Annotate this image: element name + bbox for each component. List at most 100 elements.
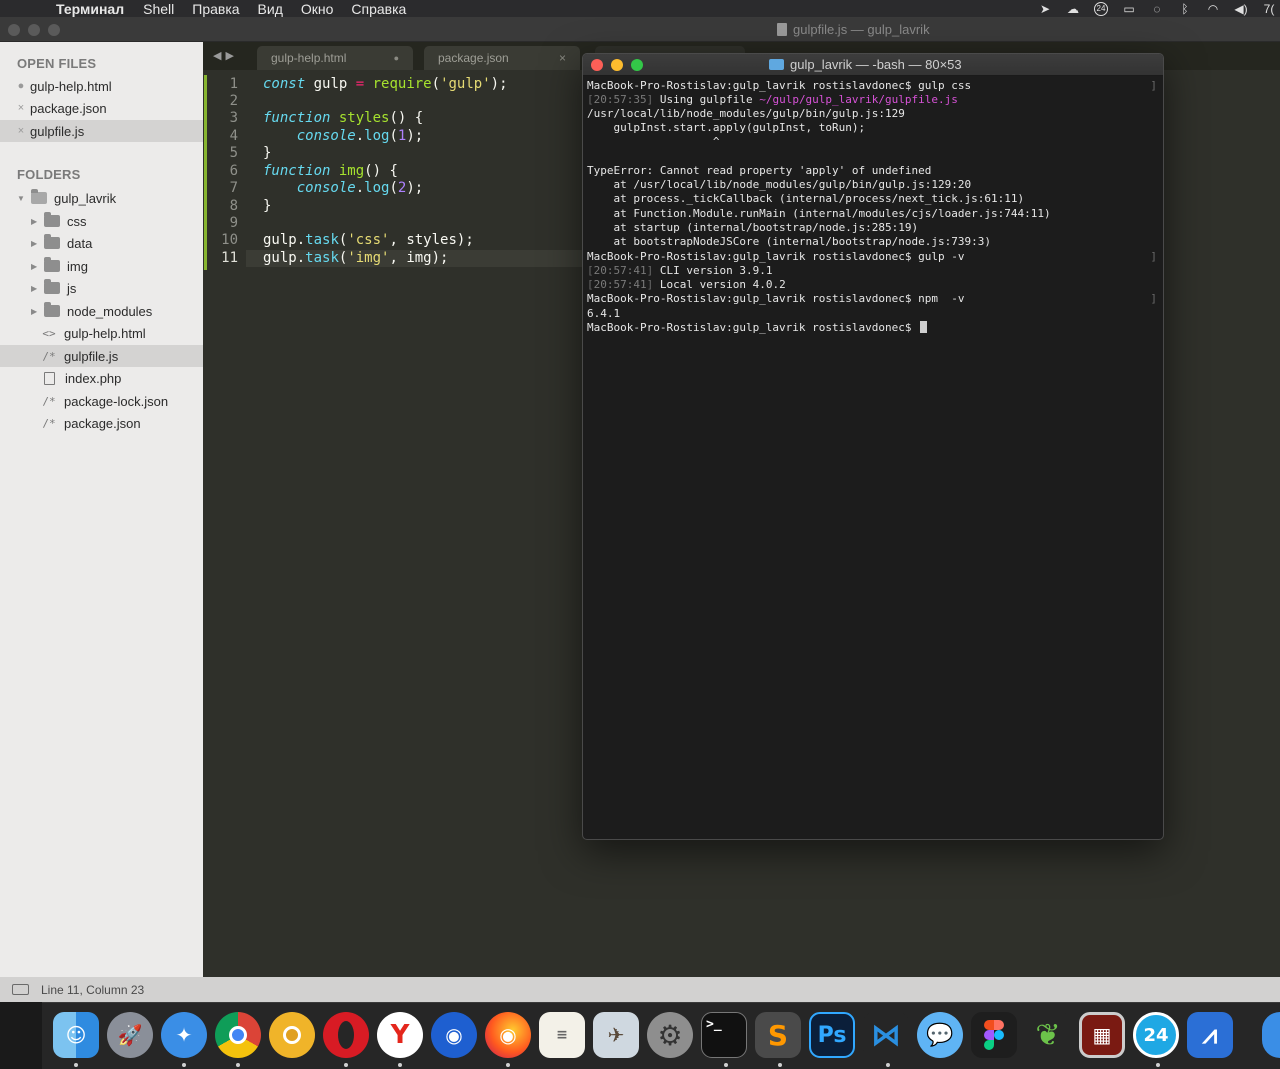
open-file-item[interactable]: × package.json xyxy=(0,97,203,119)
folder-root[interactable]: ▼ gulp_lavrik xyxy=(0,187,203,209)
menu-view[interactable]: Вид xyxy=(258,1,283,17)
folder-icon xyxy=(44,257,60,272)
folders-heading: FOLDERS xyxy=(17,167,81,182)
line-number: 7 xyxy=(229,180,238,196)
folder-icon xyxy=(44,302,60,317)
file-item[interactable]: index.php xyxy=(0,367,203,389)
chevron-right-icon[interactable]: ▶ xyxy=(31,262,41,271)
bluetooth-icon[interactable]: ᛒ xyxy=(1178,2,1192,16)
file-item[interactable]: /* package-lock.json xyxy=(0,390,203,412)
zoom-window-button[interactable] xyxy=(631,59,643,71)
wifi-icon[interactable]: ◠ xyxy=(1206,2,1220,16)
folder-item[interactable]: ▶ js xyxy=(0,277,203,299)
leaf-icon[interactable]: ❦ xyxy=(1025,1012,1071,1058)
js-file-icon: /* xyxy=(42,349,56,363)
terminal-line: [20:57:41] CLI version 3.9.1 xyxy=(587,264,773,277)
file-item-active[interactable]: /* gulpfile.js xyxy=(0,345,203,367)
tab-gulp-help[interactable]: gulp-help.html ● xyxy=(257,46,413,70)
tab-nav-arrows-icon[interactable]: ◀▶ xyxy=(213,49,238,62)
unsaved-dot-icon: ● xyxy=(17,80,25,92)
minimize-window-button[interactable] xyxy=(611,59,623,71)
vscode-icon[interactable]: ⋈ xyxy=(863,1012,909,1058)
firefox-developer-icon[interactable]: ◉ xyxy=(431,1012,477,1058)
folder-icon xyxy=(769,59,784,70)
terminal-window[interactable]: gulp_lavrik — -bash — 80×53 MacBook-Pro-… xyxy=(582,53,1164,840)
photo-booth-icon[interactable]: ▦ xyxy=(1079,1012,1125,1058)
folder-item[interactable]: ▶ data xyxy=(0,232,203,254)
system-preferences-icon[interactable]: ⚙ xyxy=(647,1012,693,1058)
code-editor[interactable]: const gulp = require('gulp'); function s… xyxy=(246,70,582,977)
tab-label: gulp-help.html xyxy=(271,51,347,65)
architect-icon[interactable]: ⩘ xyxy=(1187,1012,1233,1058)
chevron-right-icon[interactable]: ▶ xyxy=(31,239,41,248)
open-file-item[interactable]: ● gulp-help.html xyxy=(0,75,203,97)
opera-icon[interactable] xyxy=(323,1012,369,1058)
chevron-right-icon[interactable]: ▶ xyxy=(31,307,41,316)
chrome-canary-icon[interactable] xyxy=(269,1012,315,1058)
sync-icon[interactable]: ◌ xyxy=(1150,2,1164,16)
file-item[interactable]: <> gulp-help.html xyxy=(0,322,203,344)
open-file-item-active[interactable]: × gulpfile.js xyxy=(0,120,203,142)
folder-item[interactable]: ▶ node_modules xyxy=(0,300,203,322)
chevron-down-icon[interactable]: ▼ xyxy=(17,194,27,203)
chevron-right-icon[interactable]: ▶ xyxy=(31,217,41,226)
terminal-line: 6.4.1 xyxy=(587,307,621,320)
messages-icon[interactable]: 💬 xyxy=(917,1012,963,1058)
unsaved-dot-icon: ● xyxy=(393,53,399,63)
running-indicator xyxy=(236,1063,240,1067)
file-item[interactable]: /* package.json xyxy=(0,412,203,434)
sublime-text-icon[interactable]: S xyxy=(755,1012,801,1058)
menu-window[interactable]: Окно xyxy=(301,1,334,17)
line-number: 3 xyxy=(229,110,238,126)
menu-edit[interactable]: Правка xyxy=(192,1,239,17)
terminal-title-bar: gulp_lavrik — -bash — 80×53 xyxy=(583,54,1163,76)
chevron-right-icon[interactable]: ▶ xyxy=(31,284,41,293)
close-window-button[interactable] xyxy=(8,24,20,36)
location-icon[interactable]: ➤ xyxy=(1038,2,1052,16)
folder-item[interactable]: ▶ img xyxy=(0,255,203,277)
line-number: 2 xyxy=(229,93,238,109)
launchpad-icon[interactable]: 🚀 xyxy=(107,1012,153,1058)
close-window-button[interactable] xyxy=(591,59,603,71)
creative-cloud-icon[interactable]: ☁ xyxy=(1066,2,1080,16)
menu-app-name[interactable]: Терминал xyxy=(56,1,124,17)
close-file-icon[interactable]: × xyxy=(0,102,30,114)
safari-icon[interactable]: ✦ xyxy=(161,1012,207,1058)
menu-help[interactable]: Справка xyxy=(351,1,406,17)
menu-shell[interactable]: Shell xyxy=(143,1,174,17)
terminal-line: at bootstrapNodeJSCore (internal/bootstr… xyxy=(587,235,991,248)
folder-item[interactable]: ▶ css xyxy=(0,210,203,232)
console-toggle-icon[interactable] xyxy=(12,984,29,995)
yandex-browser-icon[interactable]: Y xyxy=(377,1012,423,1058)
terminal-line: TypeError: Cannot read property 'apply' … xyxy=(587,164,932,177)
tab-package-json[interactable]: package.json × xyxy=(424,46,580,70)
preview-icon[interactable]: ✈ xyxy=(593,1012,639,1058)
terminal-icon[interactable]: >_ xyxy=(701,1012,747,1058)
airplay-icon[interactable]: ▭ xyxy=(1122,2,1136,16)
zoom-window-button[interactable] xyxy=(48,24,60,36)
volume-icon[interactable]: ◀) xyxy=(1234,2,1248,16)
running-indicator xyxy=(182,1063,186,1067)
folder-icon xyxy=(44,279,60,294)
textedit-icon[interactable]: ≡ xyxy=(539,1012,585,1058)
firefox-icon[interactable]: ◉ xyxy=(485,1012,531,1058)
status-bar: Line 11, Column 23 xyxy=(0,977,1280,1002)
terminal-output[interactable]: MacBook-Pro-Rostislav:gulp_lavrik rostis… xyxy=(587,79,1159,836)
finder-icon[interactable]: ☺ xyxy=(53,1012,99,1058)
line-number: 10 xyxy=(221,232,238,248)
folder-icon xyxy=(44,212,60,227)
bitrix24-icon[interactable]: 24 xyxy=(1133,1012,1179,1058)
code-line: console.log(1); xyxy=(296,128,424,144)
close-tab-icon[interactable]: × xyxy=(559,51,566,65)
close-file-icon[interactable]: × xyxy=(0,125,30,137)
chrome-icon[interactable] xyxy=(215,1012,261,1058)
bitrix24-icon[interactable]: 24 xyxy=(1094,1,1108,16)
clock-fragment[interactable]: 7( xyxy=(1262,2,1276,16)
running-indicator xyxy=(506,1063,510,1067)
photoshop-icon[interactable]: Ps xyxy=(809,1012,855,1058)
sublime-title-bar: gulpfile.js — gulp_lavrik xyxy=(0,17,1280,42)
minimize-window-button[interactable] xyxy=(28,24,40,36)
terminal-line: at process._tickCallback (internal/proce… xyxy=(587,192,1025,205)
running-indicator xyxy=(1156,1063,1160,1067)
figma-icon[interactable] xyxy=(971,1012,1017,1058)
